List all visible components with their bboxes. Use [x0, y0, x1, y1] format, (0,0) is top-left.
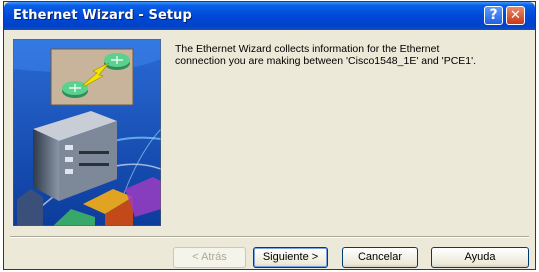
wizard-description: The Ethernet Wizard collects information…: [175, 43, 477, 67]
help-icon[interactable]: ?: [484, 6, 503, 25]
window-title: Ethernet Wizard - Setup: [13, 8, 192, 23]
router-icon: [62, 81, 88, 98]
wizard-illustration: [13, 39, 161, 226]
wizard-dialog: Ethernet Wizard - Setup ? ✕ The Ethernet…: [3, 1, 536, 270]
divider: [10, 236, 529, 238]
next-button[interactable]: Siguiente >: [253, 247, 328, 268]
router-icon: [104, 53, 130, 70]
close-icon[interactable]: ✕: [506, 6, 525, 25]
cancel-button[interactable]: Cancelar: [342, 247, 418, 268]
title-bar[interactable]: Ethernet Wizard - Setup ? ✕: [4, 2, 535, 30]
help-button[interactable]: Ayuda: [431, 247, 529, 268]
back-button[interactable]: < Atrás: [173, 247, 246, 268]
